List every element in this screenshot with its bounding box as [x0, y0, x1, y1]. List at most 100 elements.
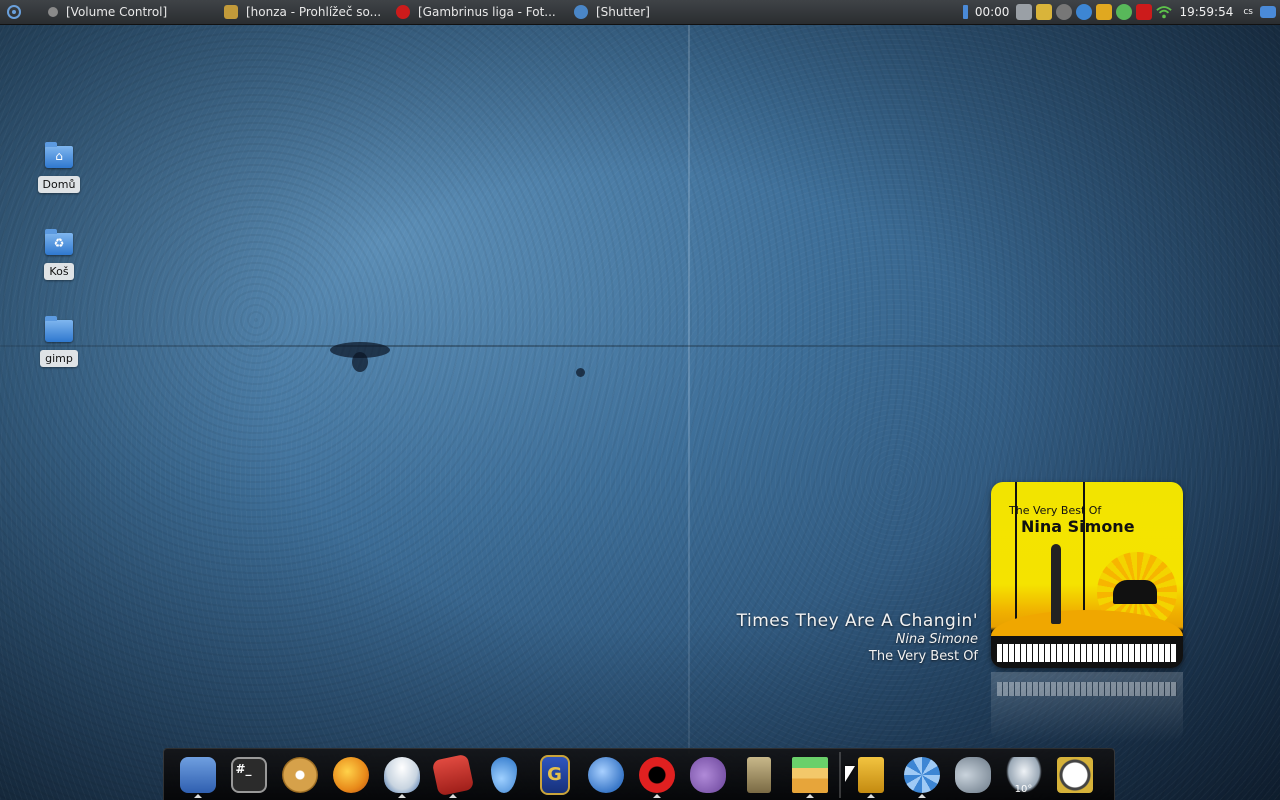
- opera-tray-icon[interactable]: [1136, 4, 1153, 20]
- dock-item-firefox[interactable]: [329, 753, 373, 797]
- running-indicator: [917, 793, 926, 798]
- hat-icon: [383, 756, 420, 793]
- cover-subtitle: The Very Best Of: [1009, 504, 1102, 517]
- dock-separator: [839, 751, 841, 798]
- dock-item-thunderbird[interactable]: [584, 753, 628, 797]
- equalizer-icon: [791, 756, 828, 793]
- cover-piano: [1113, 580, 1157, 604]
- wallpaper-crease-horizontal: [0, 345, 1280, 347]
- desktop-icon-home[interactable]: ⌂ Domů: [29, 142, 89, 193]
- wifi-icon[interactable]: [1156, 4, 1173, 20]
- taskbar-item-label: [Gambrinus liga - Fot...: [418, 5, 556, 19]
- presentation-icon: [431, 753, 474, 796]
- package-icon[interactable]: [1096, 4, 1113, 20]
- timer-label: 00:00: [974, 5, 1010, 19]
- taskbar-item-label: [Volume Control]: [66, 5, 168, 19]
- running-indicator: [805, 793, 814, 798]
- folder-icon: [45, 316, 73, 342]
- shutter-icon: [574, 5, 588, 19]
- dock-item-shutter[interactable]: [900, 753, 944, 798]
- volume-icon: [954, 756, 991, 793]
- dock-item-pidgin[interactable]: [686, 753, 730, 797]
- taskbar-item-label: [Shutter]: [596, 5, 650, 19]
- film-icon: G: [539, 754, 570, 795]
- running-indicator: [652, 793, 661, 798]
- now-playing-artist: Nina Simone: [895, 632, 978, 647]
- dock-item-finder[interactable]: [176, 753, 220, 798]
- terminal-icon: #_: [230, 756, 267, 793]
- taskbar-item-opera[interactable]: [Gambrinus liga - Fot...: [390, 0, 568, 24]
- dock-item-hat[interactable]: [380, 753, 424, 798]
- dock-item-volume[interactable]: [951, 753, 995, 797]
- trash-icon: ♻: [45, 229, 73, 255]
- now-playing-album: The Very Best Of: [868, 649, 978, 664]
- clock[interactable]: 19:59:54: [1179, 5, 1233, 19]
- mouse-cursor: [845, 766, 855, 782]
- menu-logo-icon: [7, 5, 21, 19]
- home-folder-icon: ⌂: [45, 142, 73, 168]
- running-indicator: [397, 793, 406, 798]
- desktop-icon-label: Koš: [44, 263, 74, 280]
- album-cover[interactable]: The Very Best Of Nina Simone: [991, 482, 1183, 668]
- cover-figure: [1051, 544, 1061, 624]
- dock-item-speaker[interactable]: [737, 753, 781, 797]
- dock-item-weather[interactable]: 10°: [1002, 753, 1046, 797]
- volume-control-icon: [48, 7, 58, 17]
- dock-item-equalizer[interactable]: [788, 753, 832, 798]
- terminal-glyph: #_: [235, 761, 252, 776]
- dock-item-archive[interactable]: [849, 753, 893, 798]
- desktop-icon-label: gimp: [40, 350, 78, 367]
- battery-icon[interactable]: [962, 5, 968, 19]
- show-desktop-icon[interactable]: [1260, 6, 1276, 18]
- notes-icon[interactable]: [1036, 4, 1053, 20]
- dock-item-disc-burner[interactable]: [278, 753, 322, 797]
- now-playing-title: Times They Are A Changin': [736, 611, 978, 631]
- drop-icon: [490, 756, 517, 793]
- taskbar-item-volume-control[interactable]: [Volume Control]: [42, 0, 218, 24]
- dock-item-film[interactable]: G: [533, 753, 577, 797]
- clock-icon: [1056, 756, 1093, 793]
- cover-artist: Nina Simone: [1021, 517, 1135, 536]
- system-tray: 00:00 19:59:54 cs: [962, 0, 1280, 24]
- taskbar-item-shutter[interactable]: [Shutter]: [568, 0, 690, 24]
- pidgin-icon: [689, 756, 726, 793]
- running-indicator: [866, 793, 875, 798]
- album-cover-reflection: [991, 672, 1183, 742]
- running-indicator: [193, 793, 202, 798]
- speaker-icon: [746, 756, 771, 793]
- taskbar-item-label: [honza - Prohlížeč so...: [246, 5, 382, 19]
- thunderbird-icon: [587, 756, 624, 793]
- running-indicator: [448, 793, 457, 798]
- opera-icon: [396, 5, 410, 19]
- keyboard-layout-indicator[interactable]: cs: [1243, 7, 1253, 17]
- film-glyph: G: [547, 764, 562, 785]
- wallpaper-stain: [576, 368, 585, 377]
- wallpaper-crease-vertical: [688, 24, 690, 754]
- cpu-monitor-icon[interactable]: [1016, 4, 1033, 20]
- dock-item-clock[interactable]: [1053, 753, 1097, 797]
- top-panel: [Volume Control] [honza - Prohlížeč so..…: [0, 0, 1280, 25]
- file-browser-icon: [224, 5, 238, 19]
- wallpaper-stain: [352, 352, 368, 372]
- desktop-icon-trash[interactable]: ♻ Koš: [29, 229, 89, 280]
- shutter-tray-icon[interactable]: [1076, 4, 1093, 20]
- dock-item-terminal[interactable]: #_: [227, 753, 271, 797]
- dock-item-opera[interactable]: O: [635, 753, 679, 798]
- dock-item-presentation[interactable]: [431, 753, 475, 798]
- dock: #_ G O: [163, 748, 1115, 800]
- opera-icon: O: [638, 756, 675, 793]
- cover-piano-keys: [997, 644, 1177, 662]
- finder-icon: [179, 756, 216, 793]
- desktop-icon-gimp[interactable]: gimp: [29, 316, 89, 367]
- desktop-icon-label: Domů: [37, 176, 81, 193]
- dock-item-drop[interactable]: [482, 753, 526, 797]
- shutter-icon: [903, 756, 940, 793]
- taskbar-item-file-browser[interactable]: [honza - Prohlížeč so...: [218, 0, 390, 24]
- firefox-icon: [332, 756, 369, 793]
- weather-temperature: 10°: [1014, 783, 1033, 795]
- app-menu-button[interactable]: [2, 0, 26, 24]
- archive-icon: [857, 756, 884, 793]
- update-icon[interactable]: [1116, 4, 1133, 20]
- disc-burner-icon: [281, 756, 318, 793]
- network-manager-icon[interactable]: [1056, 4, 1073, 20]
